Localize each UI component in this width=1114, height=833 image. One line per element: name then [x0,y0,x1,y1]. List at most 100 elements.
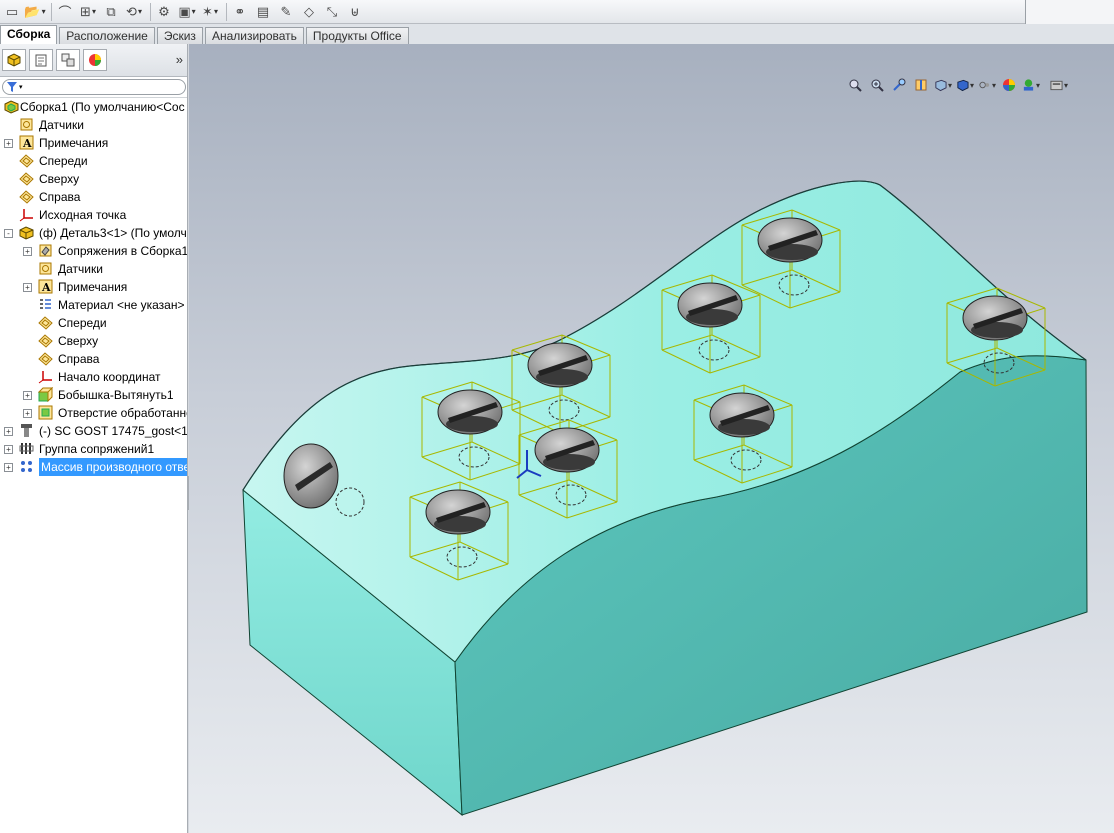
configuration-manager-icon[interactable] [56,49,80,71]
tree-item-label: Сопряжения в Сборка1 [58,244,187,258]
expand-icon[interactable]: + [23,391,32,400]
display-manager-icon[interactable] [83,49,107,71]
origin-icon [19,207,34,222]
property-manager-icon[interactable] [29,49,53,71]
tab-sketch[interactable]: Эскиз [156,27,203,44]
tree-item[interactable]: + Группа сопряжений1 [0,440,187,458]
toolbar-separator [150,2,151,21]
more-tabs-icon[interactable]: » [176,52,183,67]
paperclip-icon[interactable]: ⌒ [55,2,75,22]
assembly-features-icon[interactable]: ⚭ [230,2,250,22]
linear-pattern-icon[interactable]: ⚙ [154,2,174,22]
expand-icon[interactable]: + [4,139,13,148]
explode-icon[interactable]: ⟲ [124,2,144,22]
tree-item-label: Сверху [39,172,80,186]
tree-item-label: (ф) Деталь3<1> (По умолч [39,226,187,240]
tree-item-label: Сборка1 (По умолчанию<Сос [20,100,185,114]
hole-wizard-icon [38,405,53,420]
tree-item-label: Справа [58,352,100,366]
sensor-icon [19,117,34,132]
tree-item[interactable]: + Бобышка-Вытянуть1 [0,386,187,404]
tree-item[interactable]: Материал <не указан> [0,296,187,314]
tree-item[interactable]: -Сборка1 (По умолчанию<Сос [0,98,187,116]
tree-item[interactable]: + Массив производного отве [0,458,187,476]
toolbar-separator [51,2,52,21]
feature-manager-panel: » ▾ -Сборка1 (По умолчанию<СосДатчики+AП… [0,44,188,833]
screw-part-icon [19,423,34,438]
tree-item[interactable]: + A Примечания [0,278,187,296]
flatten-icon[interactable]: ⊎ [345,2,365,22]
tree-item[interactable]: + Отверстие обработанно [0,404,187,422]
feature-tree: -Сборка1 (По умолчанию<СосДатчики+AПриме… [0,98,187,476]
smart-fasteners-icon[interactable]: ✶ [200,2,220,22]
open-icon[interactable]: 📂 [24,2,45,22]
collapse-icon[interactable]: - [4,229,13,238]
extrude-icon [38,387,53,402]
search-area[interactable] [1025,0,1114,24]
annotation-icon: A [19,135,34,150]
tab-evaluate[interactable]: Анализировать [204,27,304,44]
plane-icon [19,189,34,204]
assembly-icon [4,99,19,114]
tab-office-products[interactable]: Продукты Office [305,27,409,44]
model-view[interactable] [189,44,1114,833]
tree-item[interactable]: Сверху [0,332,187,350]
tree-item[interactable]: Спереди [0,314,187,332]
toolbar-separator [226,2,227,21]
filter-bar: ▾ [0,77,187,98]
expand-icon[interactable]: + [4,427,13,436]
tree-item[interactable]: - (ф) Деталь3<1> (По умолч [0,224,187,242]
command-toolbar: ▭ 📂 ⌒ ⊞ ⧉ ⟲ ⚙ ▣ ✶ ⚭ ▤ ✎ ◇ ⤡ ⊎ [0,0,1114,24]
plane-icon [38,351,53,366]
tree-item-label: Примечания [39,136,109,150]
mate-group-icon [19,441,34,456]
tree-item[interactable]: Спереди [0,152,187,170]
part-icon [19,225,34,240]
tree-item[interactable]: Справа [0,188,187,206]
feature-manager-icon[interactable] [2,49,26,71]
tree-item-label: Группа сопряжений1 [39,442,155,456]
tree-item[interactable]: Датчики [0,116,187,134]
tree-item[interactable]: + A Примечания [0,134,187,152]
expand-icon[interactable]: + [23,283,32,292]
tree-item[interactable]: Датчики [0,260,187,278]
plane-icon [38,333,53,348]
tree-item[interactable]: + (-) SC GOST 17475_gost<1> [0,422,187,440]
insert-components-icon[interactable]: ⊞ [78,2,98,22]
tree-filter-input[interactable]: ▾ [2,79,186,95]
tab-layout[interactable]: Расположение [59,27,155,44]
derived-pattern-icon [19,459,34,474]
mates-icon [38,243,53,258]
options-icon[interactable]: ✎ [276,2,296,22]
move-component-icon[interactable]: ▣ [177,2,197,22]
sensor-icon [38,261,53,276]
graphics-area[interactable] [189,44,1114,833]
mate-icon[interactable]: ⧉ [101,2,121,22]
tree-item-label: Массив производного отве [39,458,187,476]
new-file-icon[interactable]: ▭ [2,2,22,22]
tree-item[interactable]: + Сопряжения в Сборка1 [0,242,187,260]
expand-icon[interactable]: + [23,409,32,418]
filter-icon [7,82,17,92]
tree-item[interactable]: Сверху [0,170,187,188]
edit-component-icon[interactable]: ◇ [299,2,319,22]
tree-item[interactable]: Справа [0,350,187,368]
tree-item-label: Отверстие обработанно [58,406,187,420]
tree-item[interactable]: Начало координат [0,368,187,386]
command-manager-tabs: Сборка Расположение Эскиз Анализировать … [0,24,1114,44]
expand-icon[interactable]: + [4,445,13,454]
tree-item-label: Примечания [58,280,128,294]
tree-item[interactable]: Исходная точка [0,206,187,224]
material-icon [38,297,53,312]
annotation-icon: A [38,279,53,294]
expand-icon[interactable]: + [4,463,13,472]
tree-item-label: (-) SC GOST 17475_gost<1> [39,424,187,438]
tree-item-label: Сверху [58,334,99,348]
tree-item-label: Спереди [39,154,88,168]
expand-icon[interactable]: + [23,247,32,256]
reference-geometry-icon[interactable]: ⤡ [322,2,342,22]
origin-icon [38,369,53,384]
tab-assembly[interactable]: Сборка [0,25,58,44]
plane-icon [38,315,53,330]
rebuild-icon[interactable]: ▤ [253,2,273,22]
